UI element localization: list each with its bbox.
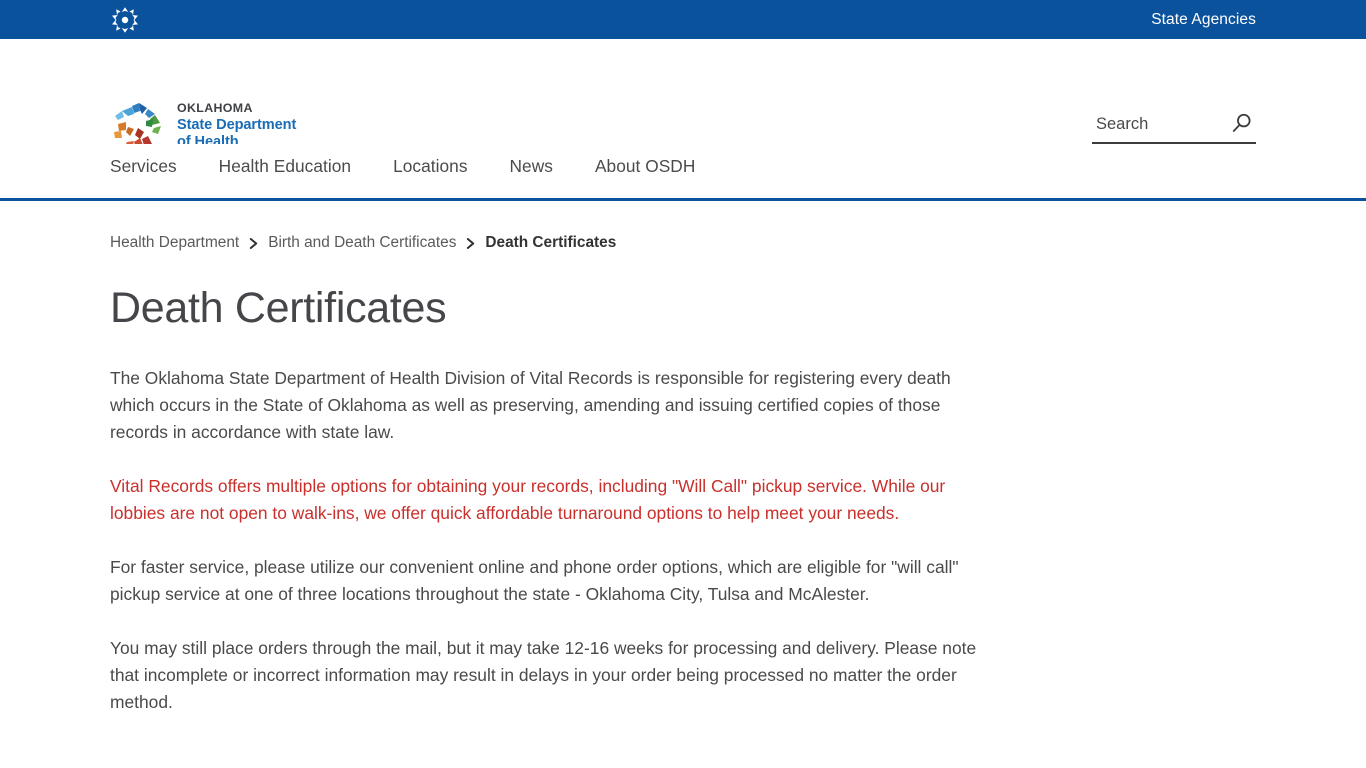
paragraph-faster-service: For faster service, please utilize our c… [110, 557, 959, 605]
page-title: Death Certificates [110, 284, 447, 332]
nav-list: Services Health Education Locations News… [110, 144, 695, 177]
state-agencies-link[interactable]: State Agencies [1151, 11, 1256, 29]
breadcrumb-item-death-certificates: Death Certificates [485, 234, 617, 251]
chevron-right-icon [466, 237, 475, 250]
nav-item-news[interactable]: News [510, 156, 574, 177]
page-content: Health Department Birth and Death Certif… [0, 201, 1366, 716]
logo-line-oklahoma: OKLAHOMA [177, 101, 253, 116]
nav-item-services[interactable]: Services [110, 156, 198, 177]
logo-line-state-department: State Department [177, 116, 297, 133]
search-box [1092, 111, 1256, 144]
site-header: OKLAHOMA State Department of Health [0, 39, 1366, 150]
search-submit-button[interactable] [1229, 111, 1256, 143]
breadcrumb-item-birth-and-death-certificates[interactable]: Birth and Death Certificates [268, 234, 456, 252]
nav-item-locations[interactable]: Locations [393, 156, 488, 177]
breadcrumb-item-health-department[interactable]: Health Department [110, 234, 239, 252]
top-utility-links: State Agencies [1151, 0, 1256, 39]
main-navigation: Services Health Education Locations News… [0, 144, 1366, 201]
paragraph-will-call-notice: Vital Records offers multiple options fo… [110, 476, 946, 524]
breadcrumb: Health Department Birth and Death Certif… [110, 201, 1256, 252]
chevron-right-icon [249, 237, 258, 250]
nav-item-about-osdh[interactable]: About OSDH [595, 156, 695, 177]
search-input[interactable] [1092, 115, 1212, 138]
nav-item-health-education[interactable]: Health Education [219, 156, 372, 177]
paragraph-mail-orders: You may still place orders through the m… [110, 638, 977, 713]
paragraph-intro: The Oklahoma State Department of Health … [110, 368, 951, 443]
top-utility-bar: State Agencies [0, 0, 1366, 39]
oklahoma-state-seal-icon[interactable] [109, 5, 141, 35]
search-icon [1229, 111, 1254, 139]
body-copy: The Oklahoma State Department of Health … [110, 365, 978, 716]
